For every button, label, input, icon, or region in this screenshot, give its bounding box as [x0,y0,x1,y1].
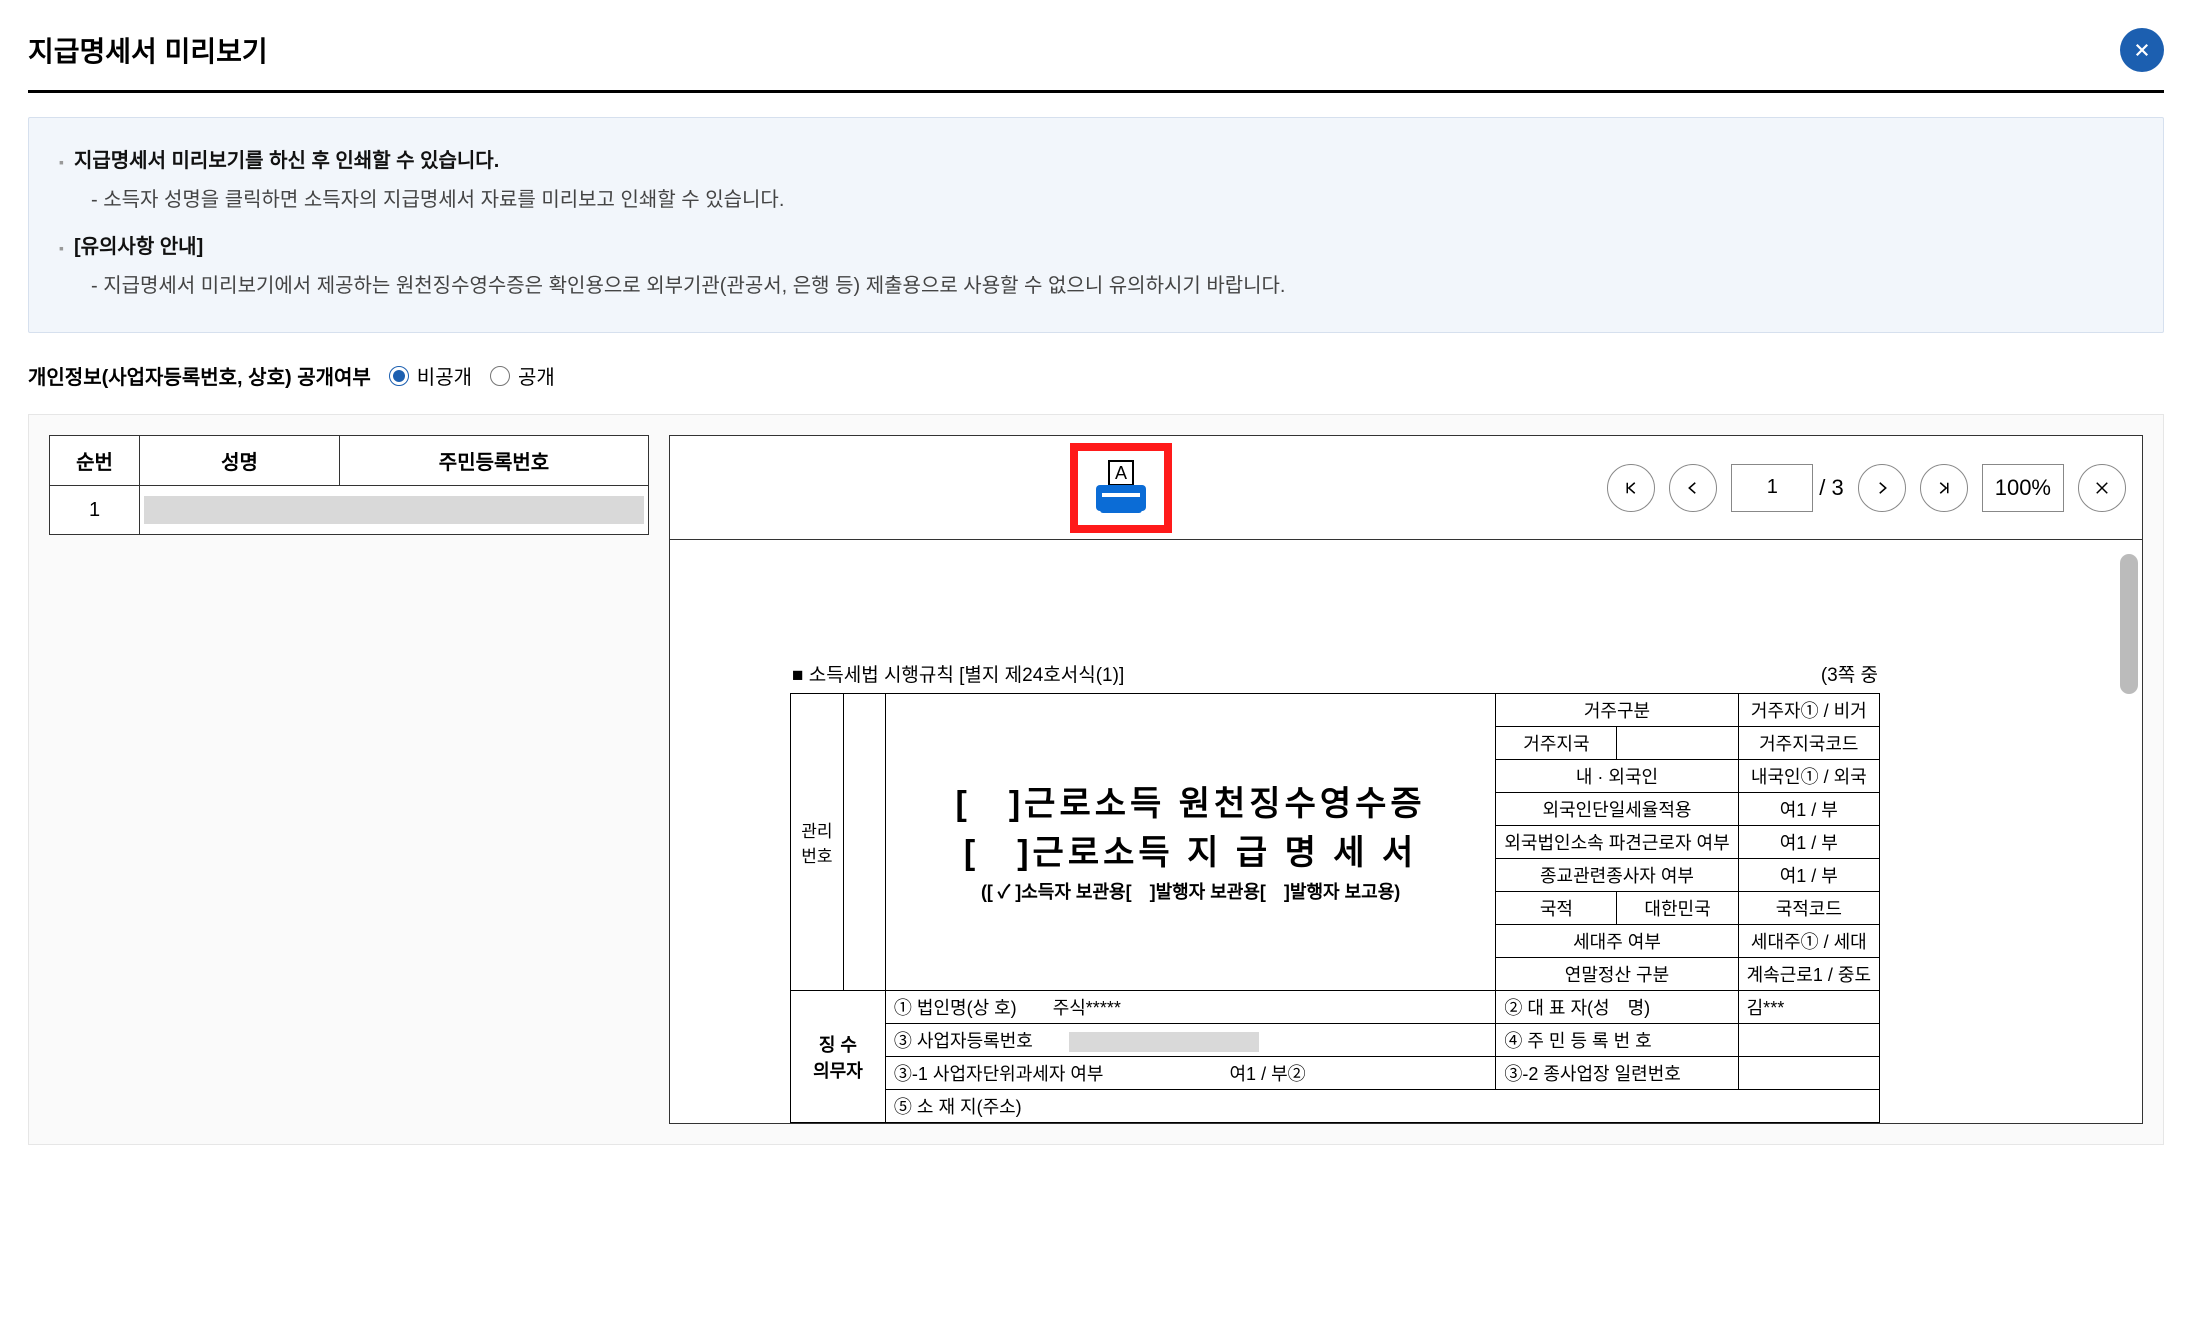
meta-label: 내 · 외국인 [1496,760,1738,793]
field-label: ④ 주 민 등 록 번 호 [1496,1024,1738,1057]
masked-value [1069,1032,1259,1052]
meta-label: 연말정산 구분 [1496,958,1738,991]
meta-value: 대한민국 [1617,892,1738,925]
meta-value: 계속근로1 / 중도 [1738,958,1879,991]
document-viewer: A / 3 [669,435,2143,1124]
close-icon [2133,41,2151,59]
mgmt-no-label: 관리 [799,817,835,842]
x-icon [2093,479,2111,497]
page-total: / 3 [1819,475,1843,501]
radio-public-input[interactable] [490,366,510,386]
doc-title-2: [ ]근로소득 지 급 명 세 서 [894,829,1487,878]
print-button[interactable]: A [1070,443,1172,533]
doc-subtitle: ([ ✓ ]소득자 보관용[ ]발행자 보관용[ ]발행자 보고용) [894,878,1487,904]
meta-label: 종교관련종사자 여부 [1496,859,1738,892]
info-line: 지급명세서 미리보기를 하신 후 인쇄할 수 있습니다. [59,144,2133,173]
svg-text:A: A [1115,463,1127,483]
next-page-button[interactable] [1858,464,1906,512]
field-value: 김*** [1738,991,1879,1024]
prev-page-button[interactable] [1669,464,1717,512]
radio-public-label: 공개 [518,361,555,390]
col-ssn: 주민등록번호 [340,436,649,486]
col-seq: 순번 [50,436,140,486]
first-page-button[interactable] [1607,464,1655,512]
meta-value: 세대주① / 세대 [1738,925,1879,958]
meta-label: 거주구분 [1496,694,1738,727]
meta-value: 내국인① / 외국 [1738,760,1879,793]
viewer-container: 순번 성명 주민등록번호 1 A [28,414,2164,1145]
meta-label: 세대주 여부 [1496,925,1738,958]
mgmt-no-label2: 번호 [799,842,835,867]
meta-value: 여1 / 부 [1738,859,1879,892]
chevron-left-icon [1684,479,1702,497]
viewer-toolbar: A / 3 [670,436,2142,540]
meta-label: 거주지국 [1496,727,1617,760]
document-form-table: 관리 번호 [ ]근로소득 원천징수영수증 [ ]근로소득 지 급 명 세 서 … [790,693,1880,1123]
form-reference: ■ 소득세법 시행규칙 [별지 제24호서식(1)] [792,660,1124,687]
document-area[interactable]: ■ 소득세법 시행규칙 [별지 제24호서식(1)] (3쪽 중 관리 번호 [… [670,540,2142,1123]
meta-label: 외국법인소속 파견근로자 여부 [1496,826,1738,859]
radio-private-input[interactable] [389,366,409,386]
disclosure-label: 개인정보(사업자등록번호, 상호) 공개여부 [28,361,371,390]
col-name: 성명 [140,436,340,486]
close-viewer-button[interactable] [2078,464,2126,512]
radio-private[interactable]: 비공개 [389,361,472,390]
page-input[interactable] [1731,464,1813,512]
meta-value: 거주자① / 비거 [1738,694,1879,727]
close-button[interactable] [2120,28,2164,72]
info-subline: - 소득자 성명을 클릭하면 소득자의 지급명세서 자료를 미리보고 인쇄할 수… [91,183,2133,212]
doc-title-1: [ ]근로소득 원천징수영수증 [894,780,1487,829]
header-divider [28,90,2164,93]
zoom-level[interactable]: 100% [1982,464,2064,512]
page-title: 지급명세서 미리보기 [28,30,268,70]
info-note-text: - 지급명세서 미리보기에서 제공하는 원천징수영수증은 확인용으로 외부기관(… [91,269,2133,298]
table-row[interactable]: 1 [50,486,649,535]
last-page-button[interactable] [1920,464,1968,512]
meta-value: 여1 / 부 [1738,826,1879,859]
first-page-icon [1622,479,1640,497]
person-list-table: 순번 성명 주민등록번호 1 [49,435,649,535]
info-panel: 지급명세서 미리보기를 하신 후 인쇄할 수 있습니다. - 소득자 성명을 클… [28,117,2164,333]
field-label: ③-2 종사업장 일련번호 [1496,1057,1738,1090]
field-label: ① 법인명(상 호) [894,998,1017,1018]
field-label: ③-1 사업자단위과세자 여부 [894,1064,1104,1084]
meta-label: 외국인단일세율적용 [1496,793,1738,826]
field-value: 여1 / 부② [1230,1064,1306,1084]
print-icon: A [1088,455,1154,521]
info-note-title: [유의사항 안내] [59,230,2133,259]
radio-public[interactable]: 공개 [490,361,555,390]
meta-label: 국적 [1496,892,1617,925]
chevron-right-icon [1873,479,1891,497]
meta-value: 거주지국코드 [1738,727,1879,760]
form-page-info: (3쪽 중 [1821,660,1878,687]
field-value: 주식***** [1053,998,1121,1018]
field-label: ② 대 표 자(성 명) [1496,991,1738,1024]
cell-masked [144,496,644,524]
meta-value: 국적코드 [1738,892,1879,925]
last-page-icon [1935,479,1953,497]
field-label: ③ 사업자등록번호 [894,1031,1033,1051]
scrollbar-thumb[interactable] [2120,554,2138,694]
meta-value: 여1 / 부 [1738,793,1879,826]
field-label: ⑤ 소 재 지(주소) [885,1090,1879,1123]
cell-seq: 1 [50,486,140,535]
payer-label: 징 수 의무자 [799,1031,877,1083]
radio-private-label: 비공개 [417,361,472,390]
